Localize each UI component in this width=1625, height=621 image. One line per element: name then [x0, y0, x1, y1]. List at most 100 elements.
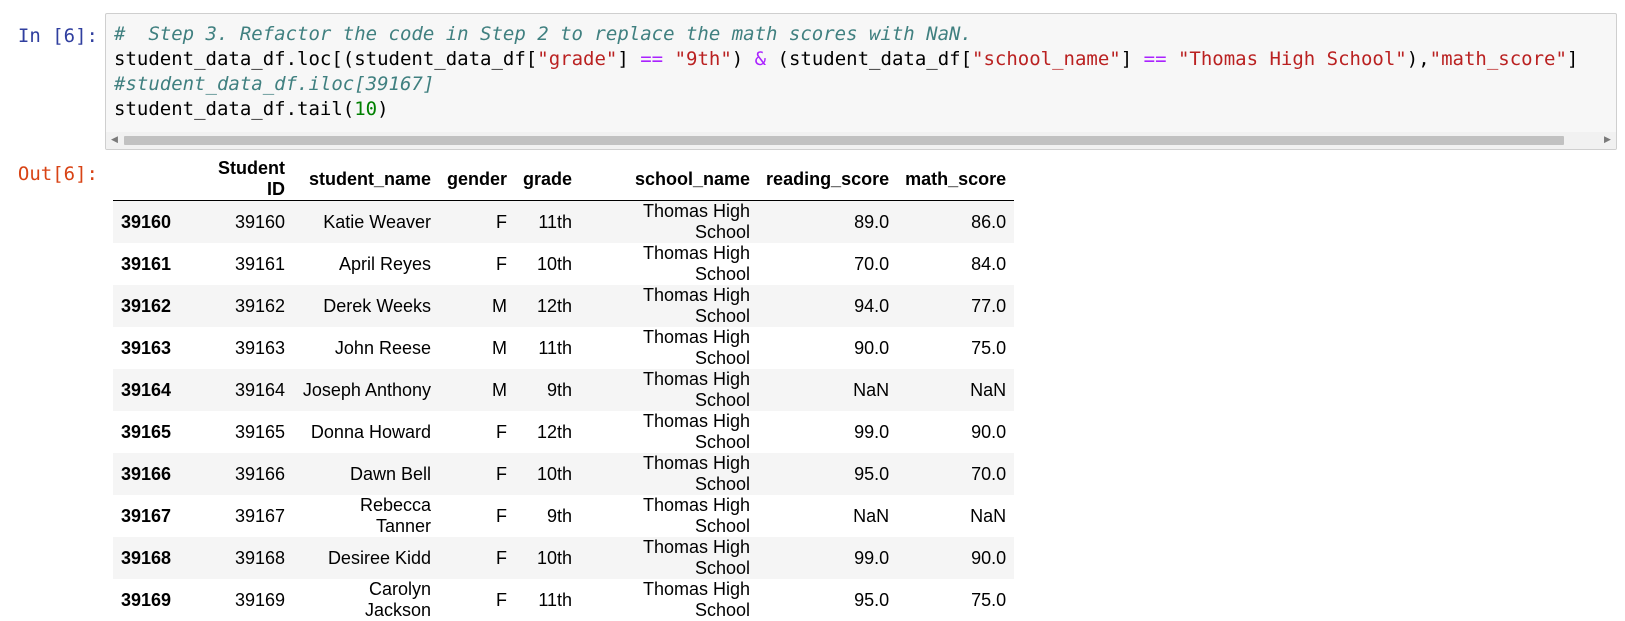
table-cell-school-name: Thomas High School — [643, 579, 751, 620]
code-block[interactable]: # Step 3. Refactor the code in Step 2 to… — [114, 22, 1578, 122]
table-cell-gender: F — [496, 253, 508, 274]
table-cell-student-id: 39166 — [234, 463, 285, 484]
table-cell-math-score: 84.0 — [971, 253, 1007, 274]
row-index: 39163 — [121, 337, 172, 358]
scroll-left-icon[interactable]: ◀ — [106, 132, 123, 149]
table-cell-school-name: Thomas High School — [643, 369, 751, 410]
table-cell-gender: F — [496, 589, 508, 610]
row-index: 39165 — [121, 421, 172, 442]
table-cell-student-id: 39168 — [234, 547, 285, 568]
code-token: ) — [377, 98, 389, 120]
table-cell-reading-score: NaN — [853, 505, 890, 526]
scroll-right-icon[interactable]: ▶ — [1599, 132, 1616, 149]
table-cell-student-name: Dawn Bell — [349, 463, 431, 484]
output-area: Student ID student_name gender grade sch… — [113, 158, 1015, 621]
row-index: 39167 — [121, 505, 172, 526]
table-cell-gender: M — [492, 379, 508, 400]
table-cell-school-name: Thomas High School — [643, 411, 751, 452]
table-cell-student-name: John Reese — [334, 337, 431, 358]
table-row: 39167 39167 Rebecca Tanner F 9th Thomas High … — [113, 495, 1014, 537]
dataframe-table: Student ID student_name gender grade sch… — [113, 158, 1015, 621]
table-cell-reading-score: NaN — [853, 379, 890, 400]
table-cell-gender: F — [496, 463, 508, 484]
input-prompt: In [6]: — [17, 25, 98, 47]
code-operator: & — [754, 48, 767, 70]
table-cell-student-name: Joseph Anthony — [302, 379, 431, 400]
table-row: 39169 39169 Carolyn Jackson F 11th Thomas Hig… — [113, 579, 1014, 621]
table-cell-grade: 10th — [537, 253, 573, 274]
column-header: grade — [515, 158, 581, 201]
table-cell-grade: 11th — [538, 211, 573, 232]
table-row: 39165 39165 Donna Howard F 12th Thomas High S… — [113, 411, 1014, 453]
table-cell-math-score: 77.0 — [971, 295, 1007, 316]
table-cell-gender: F — [496, 505, 508, 526]
table-cell-school-name: Thomas High School — [643, 495, 751, 536]
row-index: 39168 — [121, 547, 172, 568]
table-cell-student-id: 39165 — [234, 421, 285, 442]
table-cell-school-name: Thomas High School — [643, 327, 751, 368]
table-cell-school-name: Thomas High School — [643, 285, 751, 326]
column-header: Student ID — [189, 158, 293, 201]
table-cell-reading-score: 95.0 — [854, 463, 890, 484]
table-row: 39166 39166 Dawn Bell F 10th Thomas High Scho… — [113, 453, 1015, 495]
table-cell-student-name: April Reyes — [338, 253, 431, 274]
table-cell-student-id: 39163 — [234, 337, 285, 358]
table-row: 39163 39163 John Reese M 11th Thomas High Sch… — [113, 327, 1014, 369]
code-number: 10 — [354, 98, 378, 120]
table-cell-gender: F — [496, 421, 508, 442]
table-cell-math-score: 75.0 — [971, 589, 1007, 610]
table-cell-grade: 11th — [538, 337, 573, 358]
table-cell-student-name: Desiree Kidd — [327, 547, 431, 568]
table-cell-student-name: Derek Weeks — [323, 295, 431, 316]
row-index: 39161 — [121, 253, 172, 274]
row-index: 39166 — [121, 463, 172, 484]
column-header: school_name — [580, 158, 759, 201]
horizontal-scrollbar[interactable]: ◀ ▶ — [106, 132, 1616, 149]
row-index: 39164 — [121, 379, 172, 400]
table-cell-student-name: Katie Weaver — [323, 211, 431, 232]
code-token: (student_data_df[ — [766, 48, 973, 70]
code-string: "grade" — [537, 48, 618, 70]
code-token: ), — [1406, 48, 1430, 70]
table-cell-math-score: NaN — [970, 505, 1007, 526]
table-row: 39160 39160 Katie Weaver F 11th Thomas High S… — [113, 200, 1015, 243]
table-cell-math-score: 86.0 — [971, 211, 1007, 232]
code-line-3: #student_data_df.iloc[39167] — [114, 72, 1578, 97]
table-cell-gender: M — [492, 337, 508, 358]
code-comment: # Step 3. Refactor the code in Step 2 to… — [114, 23, 972, 45]
output-prompt: Out[6]: — [17, 163, 98, 185]
code-line-4: student_data_df.tail(10) — [114, 97, 1578, 122]
code-token: ] — [1566, 48, 1579, 70]
table-cell-gender: F — [496, 547, 508, 568]
table-cell-grade: 9th — [547, 379, 573, 400]
table-cell-reading-score: 70.0 — [854, 253, 890, 274]
table-cell-school-name: Thomas High School — [643, 453, 751, 494]
table-cell-reading-score: 90.0 — [854, 337, 890, 358]
table-cell-student-name: Donna Howard — [310, 421, 431, 442]
code-string: "9th" — [674, 48, 732, 70]
code-line-1: # Step 3. Refactor the code in Step 2 to… — [114, 22, 1578, 47]
table-cell-grade: 9th — [547, 505, 573, 526]
column-header: reading_score — [758, 158, 898, 201]
code-token: student_data_df.tail( — [114, 98, 355, 120]
table-cell-student-id: 39167 — [234, 505, 285, 526]
code-line-2: student_data_df.loc[(student_data_df["gr… — [114, 47, 1578, 72]
table-cell-reading-score: 94.0 — [854, 295, 890, 316]
code-editor[interactable]: # Step 3. Refactor the code in Step 2 to… — [105, 13, 1617, 150]
table-row: 39161 39161 April Reyes F 10th Thomas High Sc… — [113, 243, 1014, 285]
scrollbar-thumb[interactable] — [124, 136, 1564, 145]
table-cell-student-id: 39169 — [234, 589, 285, 610]
row-index: 39162 — [121, 295, 172, 316]
table-header-row: Student ID student_name gender grade sch… — [113, 158, 1015, 201]
code-comment: #student_data_df.iloc[39167] — [114, 73, 435, 95]
table-cell-student-id: 39164 — [234, 379, 285, 400]
table-cell-student-id: 39162 — [234, 295, 285, 316]
table-cell-math-score: 75.0 — [971, 337, 1007, 358]
code-string: "math_score" — [1429, 48, 1567, 70]
table-cell-school-name: Thomas High School — [643, 243, 751, 284]
table-row: 39162 39162 Derek Weeks M 12th Thomas High Sc… — [113, 285, 1015, 327]
code-token: student_data_df.loc[(student_data_df[ — [114, 48, 538, 70]
column-header: student_name — [293, 158, 439, 201]
table-cell-grade: 11th — [538, 589, 573, 610]
